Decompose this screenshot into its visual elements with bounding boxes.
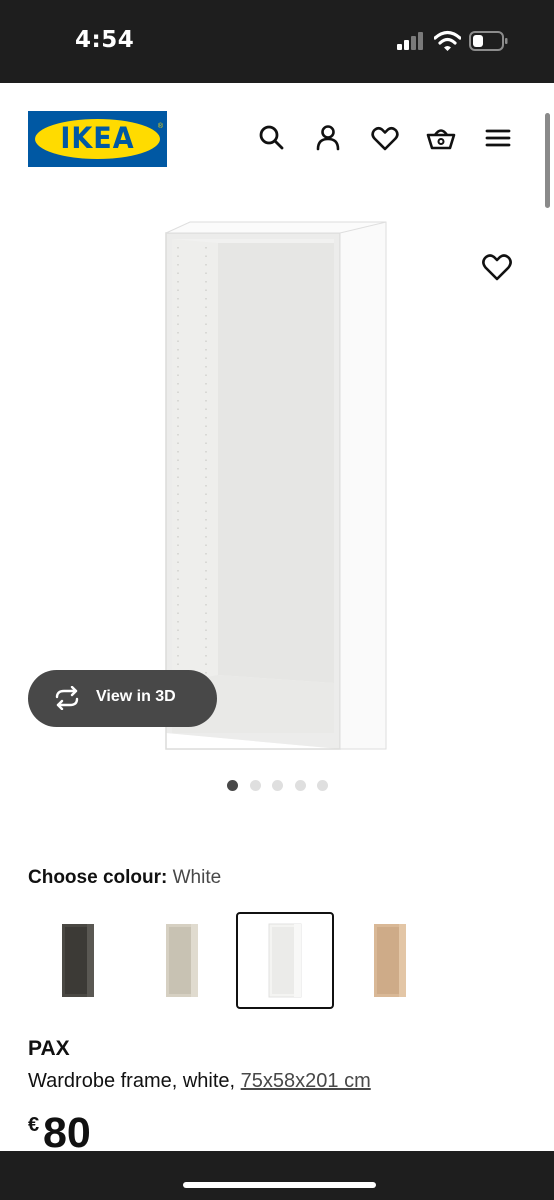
- search-icon[interactable]: [256, 122, 288, 154]
- choose-colour-label: Choose colour:: [28, 867, 168, 888]
- choose-colour: Choose colour: White: [28, 867, 221, 889]
- scrollbar-thumb[interactable]: [545, 113, 550, 208]
- logo-text: IKEA: [60, 121, 135, 156]
- selected-colour-value: White: [172, 867, 222, 888]
- carousel-dot-1[interactable]: [227, 780, 238, 791]
- product-description-text: Wardrobe frame, white,: [28, 1070, 241, 1092]
- favourite-button[interactable]: [478, 248, 516, 286]
- wardrobe-thumbnail-icon: [374, 924, 406, 997]
- bottom-bar: [0, 1151, 554, 1200]
- menu-icon[interactable]: [482, 122, 514, 154]
- carousel-dot-4[interactable]: [295, 780, 306, 791]
- wardrobe-thumbnail-icon: [166, 924, 198, 997]
- signal-icon: [397, 32, 425, 50]
- account-icon[interactable]: [312, 122, 344, 154]
- product-name: PAX: [28, 1037, 70, 1060]
- status-time: 4:54: [75, 27, 135, 53]
- product-description: Wardrobe frame, white, 75x58x201 cm: [28, 1070, 371, 1093]
- wifi-icon: [434, 30, 461, 51]
- colour-swatch-black-brown[interactable]: [29, 912, 127, 1009]
- status-bar: 4:54: [0, 0, 554, 83]
- view-in-3d-label: View in 3D: [96, 688, 176, 705]
- wardrobe-thumbnail-icon: [268, 923, 302, 998]
- view-in-3d-button[interactable]: View in 3D: [28, 670, 217, 727]
- heart-icon[interactable]: [369, 122, 401, 154]
- carousel-dot-5[interactable]: [317, 780, 328, 791]
- carousel-dots: [225, 780, 335, 792]
- home-indicator[interactable]: [183, 1182, 376, 1188]
- colour-swatch-white-stained-oak[interactable]: [341, 912, 439, 1009]
- carousel-dot-3[interactable]: [272, 780, 283, 791]
- ikea-logo[interactable]: IKEA ®: [28, 111, 167, 167]
- carousel-dot-2[interactable]: [250, 780, 261, 791]
- basket-icon[interactable]: [425, 122, 457, 154]
- price-currency: €: [28, 1114, 40, 1136]
- rotate-3d-icon: [55, 686, 79, 710]
- colour-swatch-white[interactable]: [236, 912, 334, 1009]
- colour-swatch-grey-beige[interactable]: [133, 912, 231, 1009]
- product-size-link[interactable]: 75x58x201 cm: [241, 1070, 371, 1092]
- logo-registered-mark: ®: [157, 123, 163, 130]
- wardrobe-thumbnail-icon: [62, 924, 94, 997]
- battery-icon: [469, 31, 508, 51]
